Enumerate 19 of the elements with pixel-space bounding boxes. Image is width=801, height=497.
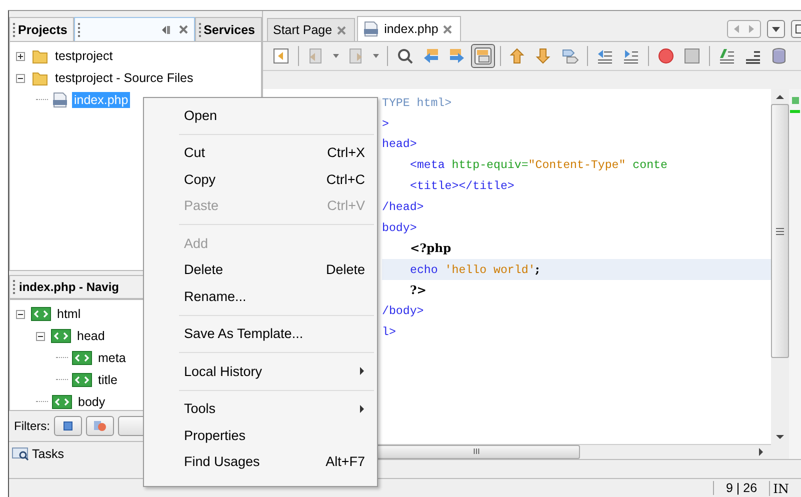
filters-label: Filters:	[14, 419, 50, 433]
shortcut-label: Ctrl+V	[327, 198, 365, 214]
shortcut-label: Delete	[326, 262, 365, 278]
code-line: <title></title>	[409, 179, 516, 196]
navigator-title: index.php - Navig	[19, 280, 120, 294]
code-line: TYPE html>	[382, 96, 453, 112]
code-line: l>	[382, 324, 397, 341]
code-line: >	[382, 116, 390, 133]
code-line: head>	[382, 137, 418, 154]
code-line: <meta http-equiv="Content-Type" conte	[409, 158, 668, 174]
shortcut-label: Ctrl+X	[327, 145, 365, 160]
code-line: body>	[382, 220, 418, 237]
insert-mode: IN	[769, 480, 789, 496]
code-line: ?>	[409, 282, 428, 300]
code-line: /body>	[382, 304, 425, 320]
caret-position: 9 | 26	[713, 481, 770, 495]
code-line: /head>	[382, 200, 425, 216]
code-line: <?php	[409, 240, 452, 258]
shortcut-label: Ctrl+C	[326, 172, 365, 187]
